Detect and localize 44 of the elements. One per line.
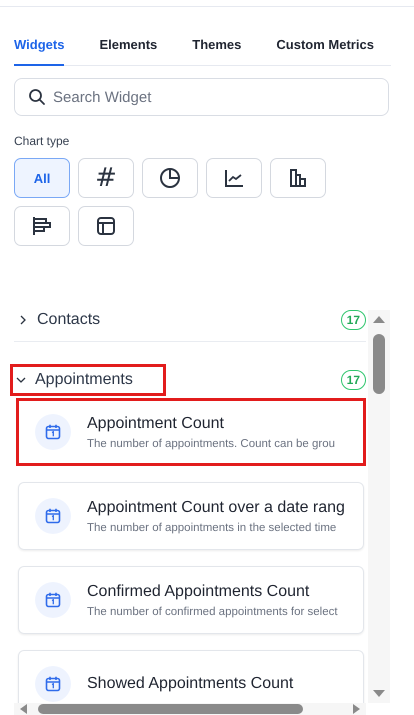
calendar-icon — [35, 666, 71, 702]
bar-chart-button[interactable] — [270, 158, 326, 198]
widget-description: The number of confirmed appointments for select — [87, 606, 338, 618]
tab[interactable]: Custom Metrics — [276, 30, 374, 66]
search-field[interactable]: Search Widget — [14, 78, 389, 116]
count-badge: 17 — [340, 310, 366, 330]
vertical-scrollbar[interactable] — [368, 310, 390, 703]
scroll-right-icon[interactable] — [352, 703, 362, 715]
pie-chart-button[interactable] — [142, 158, 198, 198]
tab[interactable]: Widgets — [14, 30, 64, 66]
widget-card[interactable]: Appointment Count over a date rang The number of appointments in the selected time — [18, 482, 364, 550]
widget-description: The number of appointments. Count can be grou — [87, 438, 336, 450]
calendar-icon — [35, 414, 71, 450]
line-chart-icon — [223, 167, 245, 189]
scroll-down-icon[interactable] — [372, 689, 386, 699]
horizontal-scrollbar[interactable] — [14, 703, 366, 715]
chart-type-button[interactable]: # — [78, 158, 134, 198]
horizontal-bar-chart-icon — [31, 215, 53, 237]
highlighted-section-toggle[interactable]: Appointments — [10, 364, 166, 396]
widget-title: Appointment Count — [87, 414, 225, 432]
tab[interactable]: Themes — [192, 30, 242, 66]
chart-type-label: Chart type — [14, 134, 70, 148]
pie-chart-icon — [159, 167, 181, 189]
hbar-chart-button[interactable] — [14, 206, 70, 246]
widget-card[interactable]: Confirmed Appointments Count The number of confirmed appointments for select — [18, 566, 364, 634]
calendar-icon — [35, 498, 71, 534]
count-badge: 17 — [340, 370, 366, 390]
scroll-left-icon[interactable] — [18, 703, 28, 715]
widget-description: The number of appointments in the selected time — [87, 522, 338, 534]
scroll-up-icon[interactable] — [372, 314, 386, 324]
widget-title: Appointment Count over a date rang — [87, 498, 345, 516]
table-chart-button[interactable] — [78, 206, 134, 246]
scrollbar-thumb[interactable] — [373, 334, 385, 394]
widget-title: Confirmed Appointments Count — [87, 582, 310, 600]
chart-type-button[interactable]: All — [14, 158, 70, 198]
tab[interactable]: Elements — [99, 30, 158, 66]
table-icon — [95, 215, 117, 237]
scrollbar-thumb[interactable] — [38, 704, 303, 714]
line-chart-button[interactable] — [206, 158, 262, 198]
widget-title: Showed Appointments Count — [87, 675, 294, 693]
section-toggle[interactable]: Contacts — [14, 304, 134, 336]
bar-chart-icon — [287, 167, 309, 189]
highlighted-widget-card[interactable]: Appointment Count The number of appointments. Count can be grou — [16, 398, 366, 466]
calendar-icon — [35, 582, 71, 618]
